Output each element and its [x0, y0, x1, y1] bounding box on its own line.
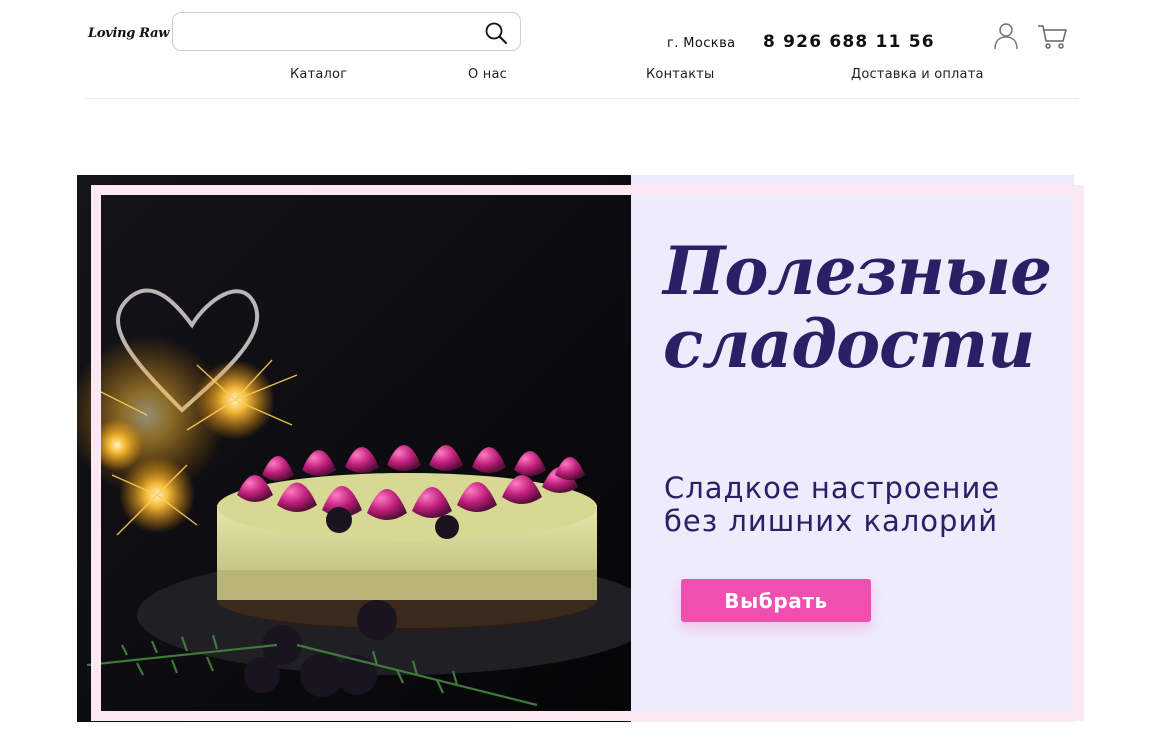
nav-item-about[interactable]: О нас — [468, 67, 507, 82]
city-label[interactable]: г. Москва — [667, 36, 736, 51]
search-box[interactable] — [172, 12, 521, 51]
hero-cake-photo — [77, 175, 631, 722]
nav-item-contacts[interactable]: Контакты — [646, 67, 715, 82]
search-icon[interactable] — [484, 21, 508, 45]
hero-title-line-2: сладости — [663, 305, 1035, 383]
search-input[interactable] — [185, 21, 479, 45]
hero-subtitle: Сладкое настроение без лишних калорий — [664, 472, 1064, 538]
user-icon[interactable] — [993, 22, 1019, 50]
hero-subtitle-line-1: Сладкое настроение — [664, 471, 1001, 505]
hero-title-line-1: Полезные — [663, 232, 1052, 310]
choose-button[interactable]: Выбрать — [681, 579, 871, 622]
nav-item-delivery[interactable]: Доставка и оплата — [851, 67, 984, 82]
hero-banner: Полезные сладости Сладкое настроение без… — [77, 175, 1084, 722]
phone-number[interactable]: 8 926 688 11 56 — [763, 32, 935, 52]
cart-icon[interactable] — [1037, 24, 1067, 50]
hero-title: Полезные сладости — [663, 235, 1063, 381]
header-divider — [84, 98, 1079, 99]
nav-item-catalog[interactable]: Каталог — [290, 67, 347, 82]
hero-subtitle-line-2: без лишних калорий — [664, 504, 999, 538]
logo[interactable]: Loving Raw — [88, 26, 169, 41]
